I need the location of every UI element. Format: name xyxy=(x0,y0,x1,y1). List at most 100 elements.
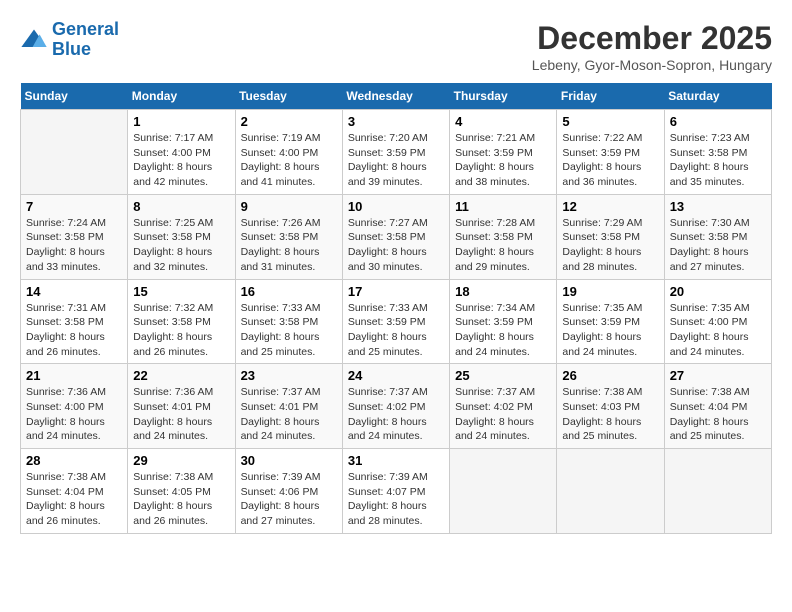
day-info: Sunrise: 7:26 AM Sunset: 3:58 PM Dayligh… xyxy=(241,216,337,275)
day-number: 14 xyxy=(26,284,122,299)
calendar-cell: 22 Sunrise: 7:36 AM Sunset: 4:01 PM Dayli… xyxy=(128,364,235,449)
day-number: 2 xyxy=(241,114,337,129)
calendar-cell: 24Sunrise: 7:37 AM Sunset: 4:02 PM Dayli… xyxy=(342,364,449,449)
day-number: 21 xyxy=(26,368,122,383)
day-number: 28 xyxy=(26,453,122,468)
day-info: Sunrise: 7:34 AM Sunset: 3:59 PM Dayligh… xyxy=(455,301,551,360)
calendar-week-4: 21 Sunrise: 7:36 AM Sunset: 4:00 PM Dayli… xyxy=(21,364,772,449)
calendar-cell: 23 Sunrise: 7:37 AM Sunset: 4:01 PM Dayli… xyxy=(235,364,342,449)
day-info: Sunrise: 7:37 AM Sunset: 4:02 PM Dayligh… xyxy=(455,385,551,444)
day-number: 4 xyxy=(455,114,551,129)
day-info: Sunrise: 7:37 AM Sunset: 4:01 PM Dayligh… xyxy=(241,385,337,444)
day-info: Sunrise: 7:35 AM Sunset: 4:00 PM Dayligh… xyxy=(670,301,766,360)
day-info: Sunrise: 7:23 AM Sunset: 3:58 PM Dayligh… xyxy=(670,131,766,190)
calendar-cell: 9 Sunrise: 7:26 AM Sunset: 3:58 PM Daylig… xyxy=(235,194,342,279)
day-number: 1 xyxy=(133,114,229,129)
calendar-cell: 1 Sunrise: 7:17 AM Sunset: 4:00 PM Daylig… xyxy=(128,110,235,195)
calendar-table: SundayMondayTuesdayWednesdayThursdayFrid… xyxy=(20,83,772,534)
calendar-week-5: 28Sunrise: 7:38 AM Sunset: 4:04 PM Dayli… xyxy=(21,449,772,534)
calendar-cell: 18 Sunrise: 7:34 AM Sunset: 3:59 PM Dayli… xyxy=(450,279,557,364)
day-info: Sunrise: 7:33 AM Sunset: 3:58 PM Dayligh… xyxy=(241,301,337,360)
calendar-cell: 30 Sunrise: 7:39 AM Sunset: 4:06 PM Dayli… xyxy=(235,449,342,534)
calendar-week-2: 7Sunrise: 7:24 AM Sunset: 3:58 PM Daylig… xyxy=(21,194,772,279)
day-info: Sunrise: 7:36 AM Sunset: 4:01 PM Dayligh… xyxy=(133,385,229,444)
title-block: December 2025 Lebeny, Gyor-Moson-Sopron,… xyxy=(532,20,772,73)
logo-icon xyxy=(20,26,48,54)
col-header-monday: Monday xyxy=(128,83,235,110)
calendar-cell: 10 Sunrise: 7:27 AM Sunset: 3:58 PM Dayli… xyxy=(342,194,449,279)
calendar-cell: 26 Sunrise: 7:38 AM Sunset: 4:03 PM Dayli… xyxy=(557,364,664,449)
day-info: Sunrise: 7:39 AM Sunset: 4:06 PM Dayligh… xyxy=(241,470,337,529)
month-title: December 2025 xyxy=(532,20,772,57)
calendar-cell xyxy=(21,110,128,195)
day-info: Sunrise: 7:38 AM Sunset: 4:05 PM Dayligh… xyxy=(133,470,229,529)
day-number: 26 xyxy=(562,368,658,383)
calendar-cell: 29 Sunrise: 7:38 AM Sunset: 4:05 PM Dayli… xyxy=(128,449,235,534)
day-info: Sunrise: 7:21 AM Sunset: 3:59 PM Dayligh… xyxy=(455,131,551,190)
calendar-cell: 28Sunrise: 7:38 AM Sunset: 4:04 PM Dayli… xyxy=(21,449,128,534)
logo-text: General Blue xyxy=(52,20,119,60)
day-number: 11 xyxy=(455,199,551,214)
day-number: 8 xyxy=(133,199,229,214)
calendar-cell: 14 Sunrise: 7:31 AM Sunset: 3:58 PM Dayli… xyxy=(21,279,128,364)
calendar-cell: 15 Sunrise: 7:32 AM Sunset: 3:58 PM Dayli… xyxy=(128,279,235,364)
calendar-cell: 17Sunrise: 7:33 AM Sunset: 3:59 PM Dayli… xyxy=(342,279,449,364)
day-info: Sunrise: 7:36 AM Sunset: 4:00 PM Dayligh… xyxy=(26,385,122,444)
day-info: Sunrise: 7:27 AM Sunset: 3:58 PM Dayligh… xyxy=(348,216,444,275)
day-number: 29 xyxy=(133,453,229,468)
day-info: Sunrise: 7:38 AM Sunset: 4:03 PM Dayligh… xyxy=(562,385,658,444)
col-header-tuesday: Tuesday xyxy=(235,83,342,110)
page-header: General Blue December 2025 Lebeny, Gyor-… xyxy=(20,20,772,73)
day-info: Sunrise: 7:31 AM Sunset: 3:58 PM Dayligh… xyxy=(26,301,122,360)
day-number: 9 xyxy=(241,199,337,214)
day-number: 3 xyxy=(348,114,444,129)
day-number: 22 xyxy=(133,368,229,383)
calendar-cell xyxy=(450,449,557,534)
day-info: Sunrise: 7:24 AM Sunset: 3:58 PM Dayligh… xyxy=(26,216,122,275)
day-info: Sunrise: 7:19 AM Sunset: 4:00 PM Dayligh… xyxy=(241,131,337,190)
col-header-wednesday: Wednesday xyxy=(342,83,449,110)
day-info: Sunrise: 7:20 AM Sunset: 3:59 PM Dayligh… xyxy=(348,131,444,190)
day-number: 12 xyxy=(562,199,658,214)
calendar-cell: 6 Sunrise: 7:23 AM Sunset: 3:58 PM Daylig… xyxy=(664,110,771,195)
day-number: 13 xyxy=(670,199,766,214)
col-header-sunday: Sunday xyxy=(21,83,128,110)
calendar-cell: 11 Sunrise: 7:28 AM Sunset: 3:58 PM Dayli… xyxy=(450,194,557,279)
calendar-cell xyxy=(664,449,771,534)
calendar-cell: 2 Sunrise: 7:19 AM Sunset: 4:00 PM Daylig… xyxy=(235,110,342,195)
day-info: Sunrise: 7:28 AM Sunset: 3:58 PM Dayligh… xyxy=(455,216,551,275)
calendar-cell: 21 Sunrise: 7:36 AM Sunset: 4:00 PM Dayli… xyxy=(21,364,128,449)
calendar-cell: 3 Sunrise: 7:20 AM Sunset: 3:59 PM Daylig… xyxy=(342,110,449,195)
calendar-cell: 19Sunrise: 7:35 AM Sunset: 3:59 PM Dayli… xyxy=(557,279,664,364)
calendar-week-1: 1 Sunrise: 7:17 AM Sunset: 4:00 PM Daylig… xyxy=(21,110,772,195)
day-info: Sunrise: 7:32 AM Sunset: 3:58 PM Dayligh… xyxy=(133,301,229,360)
day-number: 16 xyxy=(241,284,337,299)
calendar-cell: 16 Sunrise: 7:33 AM Sunset: 3:58 PM Dayli… xyxy=(235,279,342,364)
day-number: 10 xyxy=(348,199,444,214)
calendar-week-3: 14 Sunrise: 7:31 AM Sunset: 3:58 PM Dayli… xyxy=(21,279,772,364)
calendar-cell: 13 Sunrise: 7:30 AM Sunset: 3:58 PM Dayli… xyxy=(664,194,771,279)
day-info: Sunrise: 7:17 AM Sunset: 4:00 PM Dayligh… xyxy=(133,131,229,190)
day-number: 30 xyxy=(241,453,337,468)
day-number: 17 xyxy=(348,284,444,299)
calendar-cell: 31 Sunrise: 7:39 AM Sunset: 4:07 PM Dayli… xyxy=(342,449,449,534)
calendar-cell: 20Sunrise: 7:35 AM Sunset: 4:00 PM Dayli… xyxy=(664,279,771,364)
calendar-cell: 12 Sunrise: 7:29 AM Sunset: 3:58 PM Dayli… xyxy=(557,194,664,279)
calendar-cell: 25Sunrise: 7:37 AM Sunset: 4:02 PM Dayli… xyxy=(450,364,557,449)
day-number: 23 xyxy=(241,368,337,383)
day-info: Sunrise: 7:35 AM Sunset: 3:59 PM Dayligh… xyxy=(562,301,658,360)
day-number: 18 xyxy=(455,284,551,299)
col-header-thursday: Thursday xyxy=(450,83,557,110)
day-info: Sunrise: 7:38 AM Sunset: 4:04 PM Dayligh… xyxy=(670,385,766,444)
day-number: 27 xyxy=(670,368,766,383)
day-info: Sunrise: 7:29 AM Sunset: 3:58 PM Dayligh… xyxy=(562,216,658,275)
day-number: 31 xyxy=(348,453,444,468)
day-number: 6 xyxy=(670,114,766,129)
day-info: Sunrise: 7:30 AM Sunset: 3:58 PM Dayligh… xyxy=(670,216,766,275)
day-number: 15 xyxy=(133,284,229,299)
day-number: 24 xyxy=(348,368,444,383)
day-info: Sunrise: 7:25 AM Sunset: 3:58 PM Dayligh… xyxy=(133,216,229,275)
day-info: Sunrise: 7:39 AM Sunset: 4:07 PM Dayligh… xyxy=(348,470,444,529)
calendar-cell: 4 Sunrise: 7:21 AM Sunset: 3:59 PM Daylig… xyxy=(450,110,557,195)
logo: General Blue xyxy=(20,20,119,60)
